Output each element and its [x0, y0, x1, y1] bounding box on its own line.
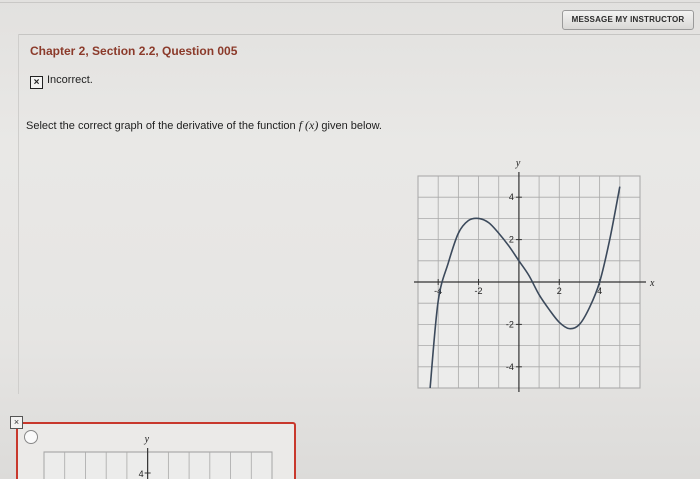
prompt-suffix: given below.: [318, 120, 382, 132]
x-axis-label: x: [649, 278, 655, 289]
answer-option-radio[interactable]: [24, 430, 38, 444]
incorrect-marker-icon: ×: [10, 416, 23, 429]
x-tick-label: -2: [475, 286, 483, 296]
option-y-axis-label: y: [144, 434, 150, 445]
answer-option-graph: y4: [40, 428, 280, 479]
y-tick-label: 2: [509, 235, 514, 245]
status-text: Incorrect.: [47, 74, 93, 86]
question-title: Chapter 2, Section 2.2, Question 005: [30, 44, 238, 58]
option-y-tick-label: 4: [139, 469, 144, 479]
prompt-math: f (x): [298, 118, 319, 132]
content-left-border: [18, 34, 19, 394]
message-instructor-button[interactable]: MESSAGE MY INSTRUCTOR: [562, 10, 694, 30]
top-divider: [0, 2, 700, 3]
function-graph: x y -4 -2 2 4 4 2 -2 -4: [410, 152, 660, 402]
answer-option-graph-svg: y4: [43, 434, 273, 479]
prompt-text: Select the correct graph of the derivati…: [26, 120, 299, 132]
y-axis-label: y: [515, 158, 521, 169]
y-tick-label: -4: [506, 362, 514, 372]
answer-status: × Incorrect.: [30, 74, 93, 89]
page: MESSAGE MY INSTRUCTOR Chapter 2, Section…: [0, 0, 700, 479]
y-tick-label: -2: [506, 319, 514, 329]
y-tick-label: 4: [509, 192, 514, 202]
x-tick-label: 2: [557, 286, 562, 296]
option-graph-background: [43, 451, 273, 479]
header-divider: [18, 34, 700, 35]
question-prompt: Select the correct graph of the derivati…: [26, 118, 382, 133]
function-graph-svg: xy-4 -2 2 442-2-4: [414, 158, 655, 392]
x-mark-icon: ×: [30, 76, 43, 89]
